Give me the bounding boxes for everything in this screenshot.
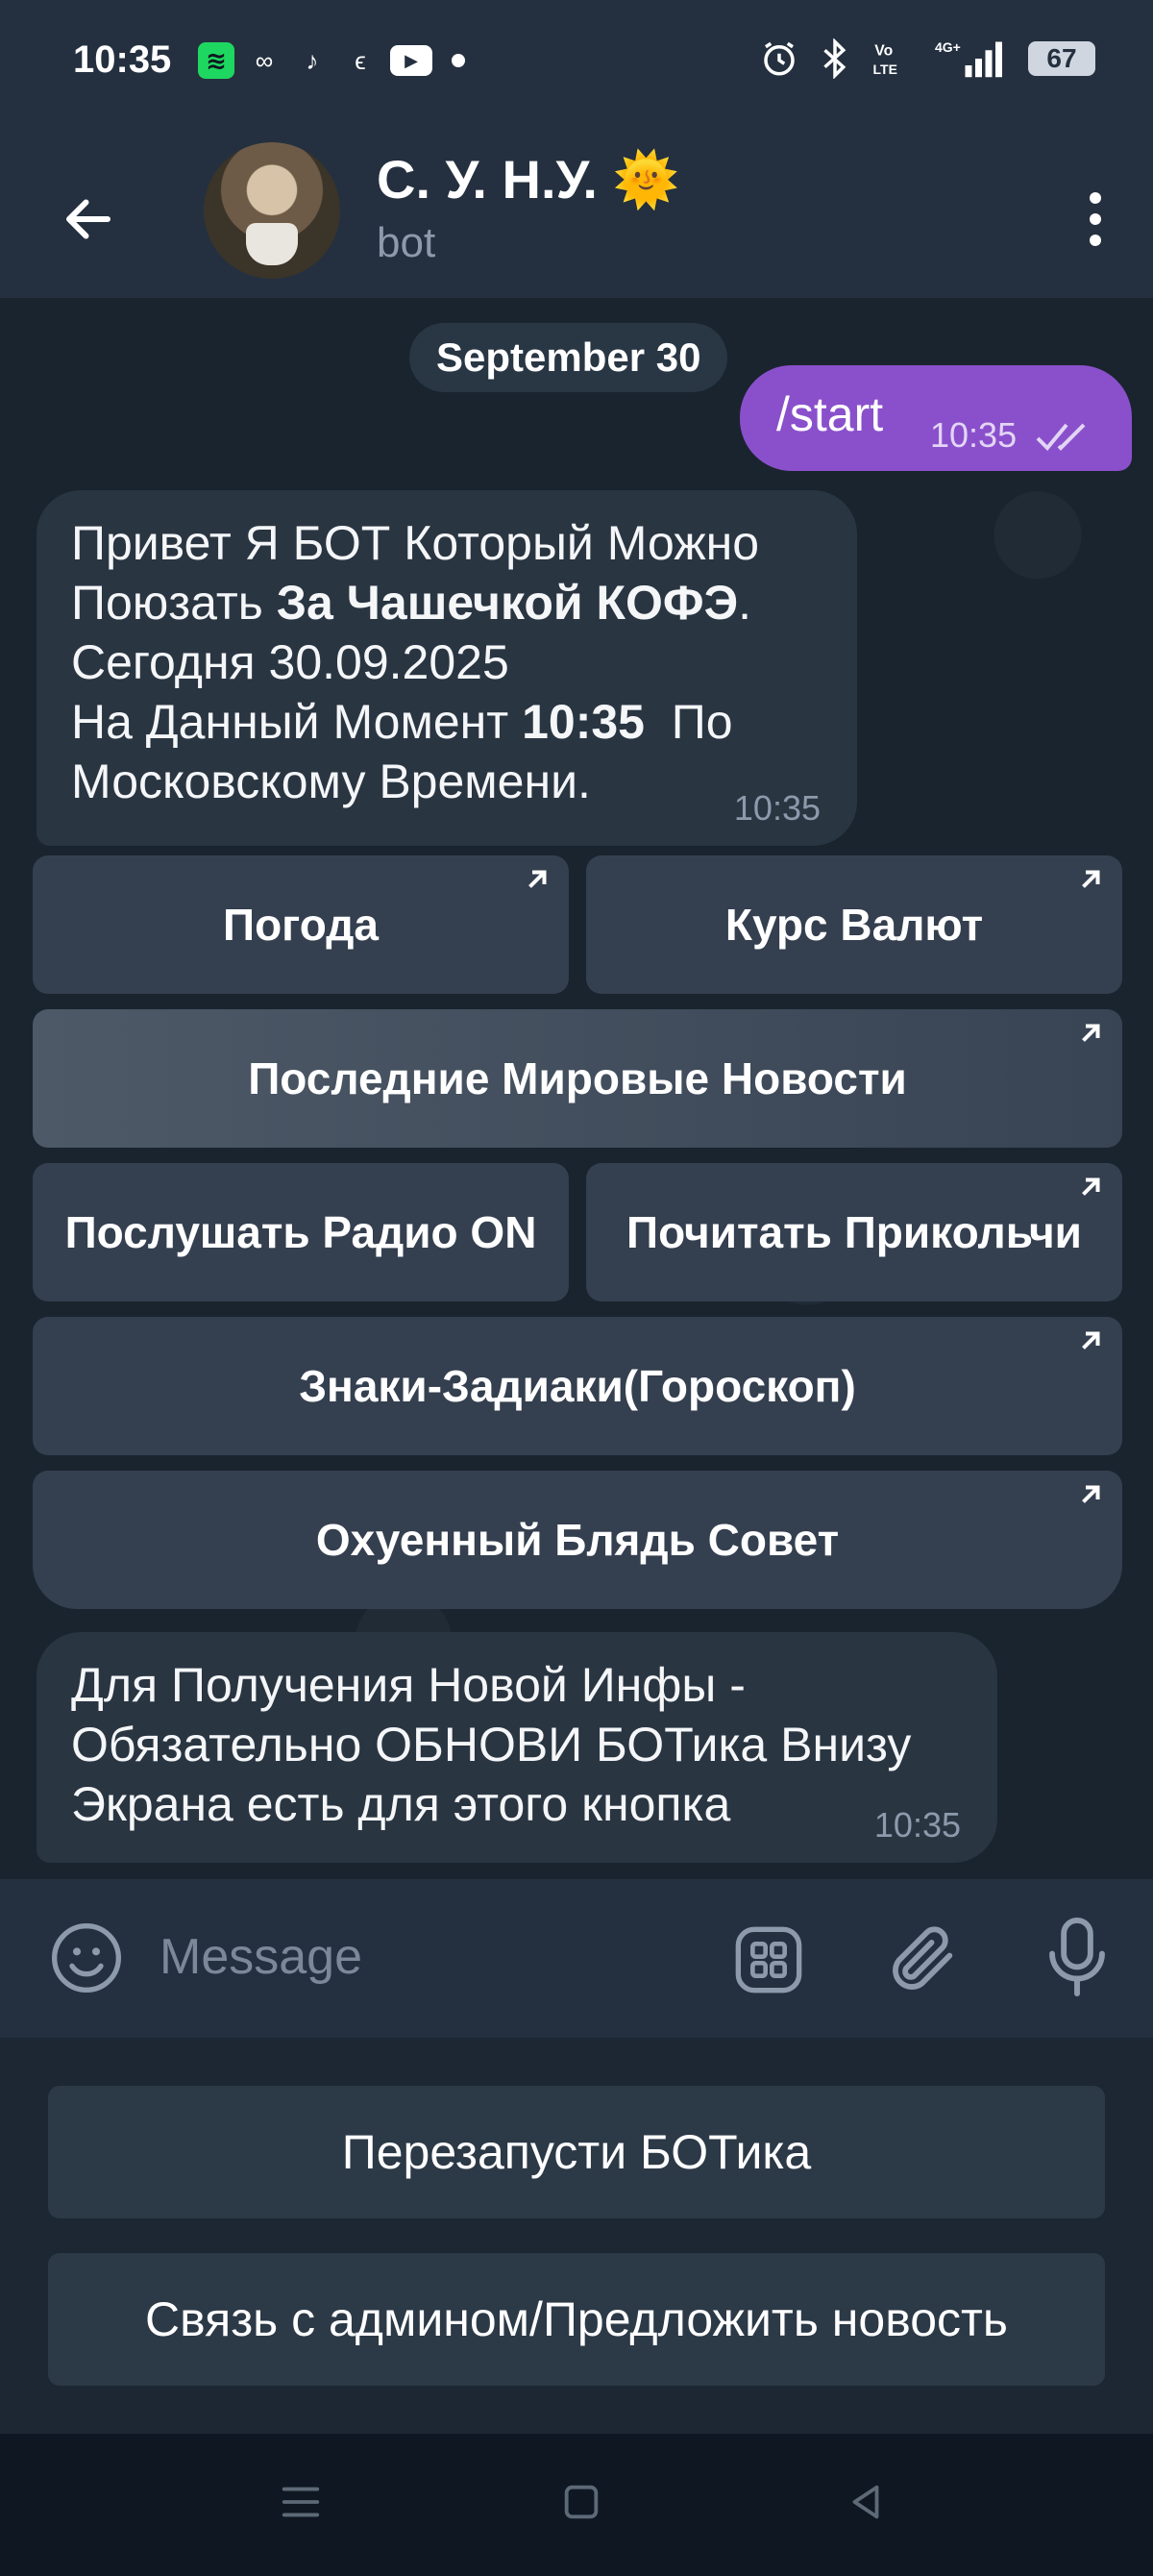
home-button[interactable] bbox=[559, 2480, 603, 2529]
message-text: Привет Я БОТ Который Можно Поюзать За Ча… bbox=[71, 513, 759, 811]
news-icon: ϵ bbox=[355, 45, 366, 75]
battery-indicator: 67 bbox=[1028, 41, 1095, 76]
inline-button-radio[interactable]: Послушать Радио ON bbox=[33, 1163, 569, 1301]
incoming-message[interactable]: Привет Я БОТ Который Можно Поюзать За Ча… bbox=[37, 490, 857, 846]
inline-button-horoscope[interactable]: Знаки-Задиаки(Гороскоп) bbox=[33, 1317, 1122, 1455]
volte-icon: Vo LTE bbox=[873, 43, 897, 77]
bluetooth-icon bbox=[823, 38, 846, 79]
inline-button-world-news[interactable]: Последние Мировые Новости bbox=[33, 1009, 1122, 1148]
open-link-icon bbox=[1082, 1177, 1100, 1196]
message-line: Обязательно ОБНОВИ БОТика Внизу bbox=[71, 1718, 912, 1771]
system-icons: Vo LTE 4G+ 67 bbox=[759, 38, 1095, 79]
bot-commands-button[interactable] bbox=[730, 1921, 807, 2003]
outgoing-message[interactable]: /start 10:35 bbox=[740, 365, 1132, 471]
triangle-back-icon bbox=[852, 2485, 879, 2519]
infinity-icon: ∞ bbox=[255, 45, 274, 75]
message-line: На Данный Момент 10:35 По bbox=[71, 695, 733, 749]
svg-text:4G+: 4G+ bbox=[935, 39, 961, 55]
voice-record-button[interactable] bbox=[1043, 1914, 1111, 2005]
square-icon bbox=[564, 2485, 599, 2519]
message-line: Экрана есть для этого кнопка bbox=[71, 1777, 731, 1831]
smile-icon bbox=[52, 1923, 121, 1993]
open-link-icon bbox=[1082, 870, 1100, 888]
grid-icon bbox=[735, 1926, 802, 1994]
open-link-icon bbox=[1082, 1024, 1100, 1042]
youtube-icon: ▶ bbox=[390, 45, 432, 76]
chat-subtitle: bot bbox=[377, 219, 436, 266]
attach-button[interactable] bbox=[884, 1920, 963, 2003]
spotify-icon: ≋ bbox=[198, 42, 234, 79]
inline-button-currency[interactable]: Курс Валют bbox=[586, 855, 1122, 994]
tiktok-icon: ♪ bbox=[306, 45, 319, 75]
message-line: Московскому Времени. bbox=[71, 755, 591, 808]
open-link-icon bbox=[1082, 1485, 1100, 1503]
inline-button-advice[interactable]: Охуенный Блядь Совет bbox=[33, 1471, 1122, 1609]
chat-header: С. У. Н.У. 🌞 bot bbox=[0, 135, 1153, 298]
message-time: 10:35 bbox=[873, 1805, 961, 1845]
arrow-left-icon bbox=[66, 199, 110, 239]
contact-admin-button[interactable]: Связь с админом/Предложить новость bbox=[48, 2253, 1105, 2386]
message-text: Для Получения Новой Инфы - Обязательно О… bbox=[71, 1655, 911, 1834]
message-time: 10:35 bbox=[733, 788, 821, 828]
system-nav-bar bbox=[0, 2434, 1153, 2576]
inline-button-weather[interactable]: Погода bbox=[33, 855, 569, 994]
bot-avatar[interactable] bbox=[204, 142, 340, 279]
incoming-message[interactable]: Для Получения Новой Инфы - Обязательно О… bbox=[37, 1632, 997, 1863]
svg-text:LTE: LTE bbox=[873, 62, 897, 77]
reply-keyboard: Перезапусти БОТика Связь с админом/Предл… bbox=[0, 2038, 1153, 2434]
microphone-icon bbox=[1049, 1917, 1105, 1997]
message-text: /start bbox=[776, 387, 884, 441]
more-notifications-icon bbox=[452, 54, 465, 67]
status-time: 10:35 bbox=[73, 38, 172, 81]
message-composer bbox=[0, 1879, 1153, 2038]
inline-button-jokes[interactable]: Почитать Прикольчи bbox=[586, 1163, 1122, 1301]
message-line: Привет Я БОТ Который Можно bbox=[71, 516, 760, 570]
back-button[interactable] bbox=[54, 185, 123, 254]
double-check-icon bbox=[1036, 423, 1086, 451]
svg-text:Vo: Vo bbox=[874, 43, 893, 60]
open-link-icon bbox=[1082, 1331, 1100, 1350]
chat-title[interactable]: С. У. Н.У. 🌞 bbox=[377, 148, 679, 211]
message-line: Для Получения Новой Инфы - bbox=[71, 1658, 746, 1712]
signal-icon: 4G+ bbox=[935, 39, 1002, 78]
emoji-button[interactable] bbox=[48, 1920, 125, 2001]
paperclip-icon bbox=[893, 1926, 953, 1990]
more-options-button[interactable] bbox=[1076, 181, 1115, 258]
alarm-icon bbox=[764, 41, 795, 76]
restart-bot-button[interactable]: Перезапусти БОТика bbox=[48, 2086, 1105, 2218]
message-time: 10:35 bbox=[930, 415, 1018, 455]
back-nav-button[interactable] bbox=[844, 2480, 888, 2529]
message-input[interactable] bbox=[159, 1914, 678, 2000]
open-link-icon bbox=[528, 870, 547, 888]
more-vertical-icon bbox=[1090, 192, 1101, 204]
notification-icons: ≋ ∞ ♪ ϵ ▶ bbox=[198, 42, 465, 79]
menu-icon bbox=[282, 2487, 320, 2517]
date-separator: September 30 bbox=[409, 323, 728, 392]
chat-messages[interactable]: September 30 /start 10:35 Привет Я БОТ К… bbox=[0, 298, 1153, 1879]
recent-apps-button[interactable] bbox=[279, 2480, 323, 2529]
status-bar: 10:35 ≋ ∞ ♪ ϵ ▶ Vo LTE 4G+ 67 bbox=[0, 0, 1153, 135]
message-line: Поюзать За Чашечкой КОФЭ. bbox=[71, 576, 752, 630]
message-line: Сегодня 30.09.2025 bbox=[71, 635, 509, 689]
